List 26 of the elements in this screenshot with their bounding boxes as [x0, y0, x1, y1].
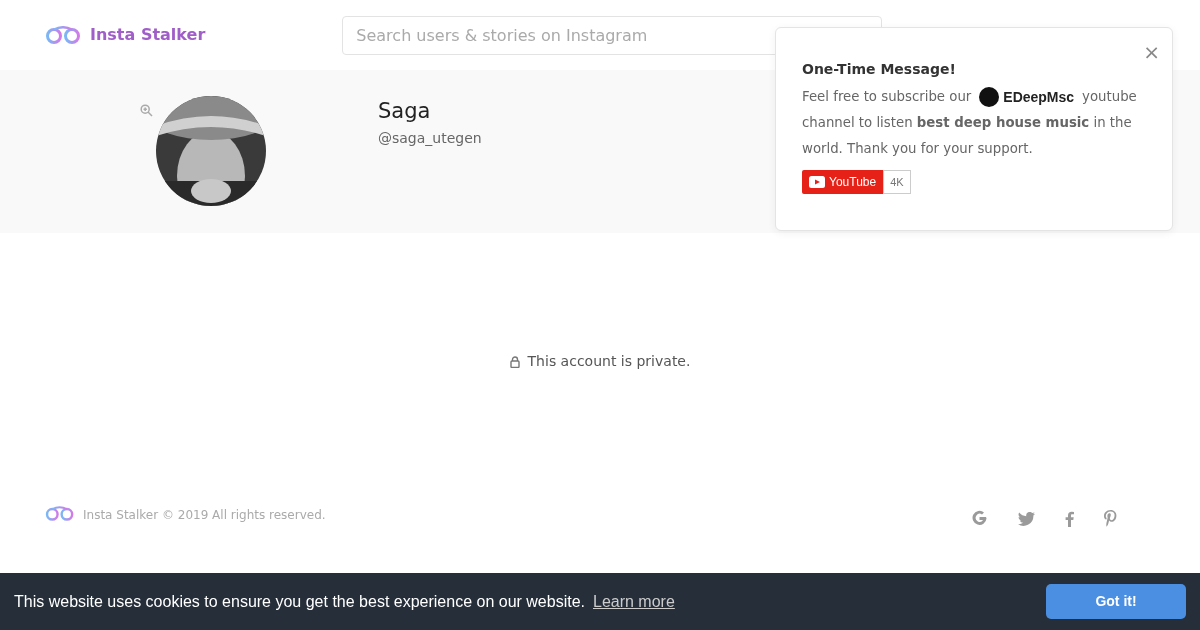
popup-text: channel to listen best deep house music in the world. Thank you for your support. — [802, 114, 1133, 158]
play-icon — [809, 176, 825, 188]
facebook-icon[interactable] — [1065, 510, 1074, 527]
copyright-text: Insta Stalker © 2019 All rights reserved. — [83, 507, 326, 524]
google-icon[interactable] — [971, 510, 988, 527]
zoom-icon[interactable] — [140, 104, 153, 117]
brand-name[interactable]: Insta Stalker — [90, 23, 206, 47]
got-it-button[interactable]: Got it! — [1046, 584, 1186, 619]
youtube-subscribe-button[interactable]: YouTube — [802, 170, 884, 194]
popup-text: youtube — [1082, 88, 1137, 106]
channel-logo-icon — [979, 87, 1000, 107]
subscriber-count: 4K — [883, 170, 911, 194]
cookie-message: This website uses cookies to ensure you get the best experience on our website. — [14, 591, 585, 612]
learn-more-link[interactable]: Learn more — [593, 589, 675, 614]
profile-name: Saga — [378, 98, 432, 125]
popup-title: One-Time Message! — [802, 60, 957, 79]
twitter-icon[interactable] — [1018, 511, 1035, 526]
popup-text: Feel free to subscribe our — [802, 88, 972, 106]
pinterest-icon[interactable] — [1104, 510, 1117, 527]
glasses-logo-icon — [45, 26, 82, 44]
glasses-logo-icon — [45, 506, 75, 521]
channel-name[interactable]: EDeepMsc — [1003, 84, 1075, 110]
profile-handle: @saga_utegen — [378, 128, 482, 148]
private-notice: This account is private. — [527, 352, 691, 371]
lock-icon — [509, 355, 520, 368]
close-button[interactable]: × — [1143, 42, 1160, 62]
